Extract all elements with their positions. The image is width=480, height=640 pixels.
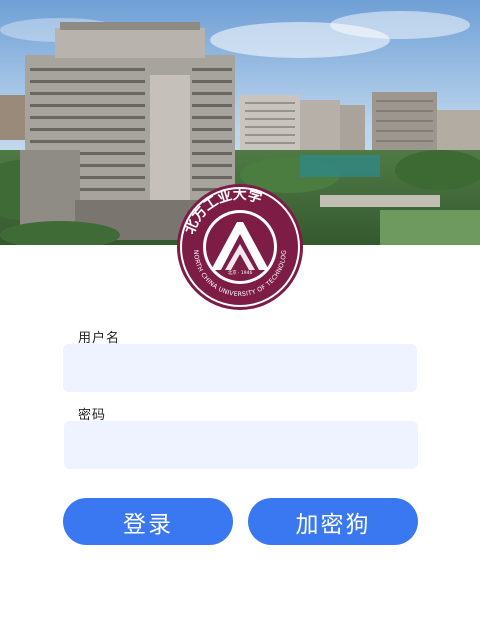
username-input[interactable] bbox=[63, 344, 417, 392]
login-button[interactable]: 登录 bbox=[63, 498, 233, 545]
university-seal-icon: 北京 · 1946 北方工业大学 NORTH CHINA UNIVERSITY … bbox=[172, 177, 305, 312]
login-screen: 北京 · 1946 北方工业大学 NORTH CHINA UNIVERSITY … bbox=[0, 0, 480, 640]
password-input[interactable] bbox=[64, 421, 418, 469]
svg-text:北京 · 1946: 北京 · 1946 bbox=[228, 269, 253, 276]
dongle-login-button[interactable]: 加密狗 bbox=[248, 498, 418, 545]
